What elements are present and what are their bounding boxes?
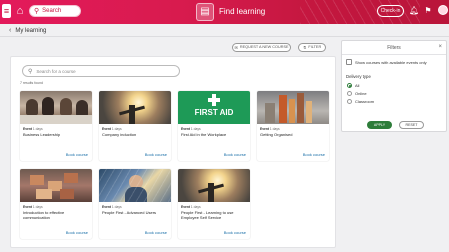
- radio-all[interactable]: [347, 83, 352, 88]
- first-aid-image-text: FIRST AID: [194, 108, 234, 117]
- header-search-button[interactable]: ⚲ Search: [29, 5, 81, 17]
- course-meta: Event 1 days: [23, 205, 43, 209]
- course-meta: Event 1 days: [181, 127, 201, 131]
- course-results-panel: ⚲ Search for a course 7 results found Ev…: [10, 56, 336, 248]
- bell-icon[interactable]: 🔔︎: [409, 5, 419, 17]
- course-search-placeholder: Search for a course: [36, 68, 76, 74]
- course-card[interactable]: Event 1 days Getting Organised Book cour…: [257, 91, 329, 161]
- flag-icon[interactable]: ⚑: [423, 5, 433, 17]
- chevron-left-icon: ‹: [9, 27, 12, 34]
- request-course-button[interactable]: ✉ REQUEST A NEW COURSE: [232, 43, 291, 52]
- course-card[interactable]: Event 1 days Business Leadership Book co…: [20, 91, 92, 161]
- avatar[interactable]: [438, 5, 448, 15]
- radio-classroom-label: Classroom: [355, 99, 375, 104]
- course-meta: Event 1 days: [181, 205, 201, 209]
- filters-header: Filters ×: [342, 41, 446, 55]
- course-title: Getting Organised: [260, 132, 293, 137]
- search-icon: ⚲: [28, 68, 33, 75]
- available-only-label: Show courses with available events only: [355, 60, 427, 65]
- close-icon[interactable]: ×: [438, 44, 442, 50]
- course-title: Company induction: [102, 132, 137, 137]
- breadcrumb[interactable]: ‹ My learning: [9, 27, 46, 34]
- course-card[interactable]: Event 1 days Company induction Book cour…: [99, 91, 171, 161]
- course-card[interactable]: Event 1 days People First - Advanced Use…: [99, 169, 171, 239]
- reset-button[interactable]: RESET: [399, 121, 424, 129]
- available-only-checkbox[interactable]: [346, 59, 352, 65]
- course-title: First Aid in the Workplace: [181, 132, 227, 137]
- radio-online[interactable]: [347, 91, 352, 96]
- course-meta: Event 1 days: [102, 127, 122, 131]
- delivery-type-label: Delivery type: [346, 74, 371, 79]
- hamburger-icon[interactable]: ≡: [2, 4, 11, 18]
- course-meta: Event 1 days: [102, 205, 122, 209]
- book-course-link[interactable]: Book course: [303, 152, 325, 157]
- search-icon: ⚲: [34, 8, 40, 15]
- book-course-link[interactable]: Book course: [224, 152, 246, 157]
- course-image: [99, 91, 171, 124]
- course-image: [178, 169, 250, 202]
- course-title: People First - Advanced Users: [102, 210, 157, 215]
- top-header: ≡ ⌂ ⚲ Search ▤ Find learning Check-in 🔔︎…: [0, 0, 449, 24]
- course-card[interactable]: FIRST AID Event 1 days First Aid in the …: [178, 91, 250, 161]
- radio-online-label: Online: [355, 91, 367, 96]
- divider: [0, 36, 449, 37]
- filter-label: FILTER: [308, 45, 322, 49]
- course-image: [20, 169, 92, 202]
- course-image: FIRST AID: [178, 91, 250, 124]
- filters-title: Filters: [387, 45, 401, 51]
- course-meta: Event 1 days: [23, 127, 43, 131]
- course-meta: Event 1 days: [260, 127, 280, 131]
- filter-icon: ⚗: [302, 45, 307, 50]
- radio-all-label: All: [355, 83, 360, 88]
- book-course-link[interactable]: Book course: [224, 230, 246, 235]
- course-search-input[interactable]: ⚲ Search for a course: [22, 65, 180, 77]
- course-title: Business Leadership: [23, 132, 61, 137]
- chat-icon: ✉: [234, 45, 238, 50]
- find-learning-icon: ▤: [196, 3, 214, 21]
- check-in-button[interactable]: Check-in: [377, 5, 404, 17]
- book-course-link[interactable]: Book course: [66, 230, 88, 235]
- course-title: People First - Learning to use Employee …: [181, 210, 234, 220]
- radio-classroom[interactable]: [347, 99, 352, 104]
- course-card[interactable]: Event 1 days People First - Learning to …: [178, 169, 250, 239]
- course-image: [257, 91, 329, 124]
- course-card[interactable]: Event 1 days Introduction to effective c…: [20, 169, 92, 239]
- request-course-label: REQUEST A NEW COURSE: [239, 45, 289, 49]
- course-image: [20, 91, 92, 124]
- page-title: Find learning: [219, 7, 266, 16]
- book-course-link[interactable]: Book course: [145, 152, 167, 157]
- home-icon[interactable]: ⌂: [14, 5, 26, 17]
- course-title: Introduction to effective communication: [23, 210, 65, 220]
- filter-button[interactable]: ⚗ FILTER: [298, 43, 326, 52]
- book-course-link[interactable]: Book course: [66, 152, 88, 157]
- filters-panel: Filters × Show courses with available ev…: [341, 40, 447, 132]
- book-course-link[interactable]: Book course: [145, 230, 167, 235]
- header-search-label: Search: [42, 8, 62, 14]
- apply-button[interactable]: APPLY: [367, 121, 392, 129]
- course-image: [99, 169, 171, 202]
- results-count: 7 results found: [20, 81, 43, 85]
- breadcrumb-label: My learning: [15, 27, 47, 34]
